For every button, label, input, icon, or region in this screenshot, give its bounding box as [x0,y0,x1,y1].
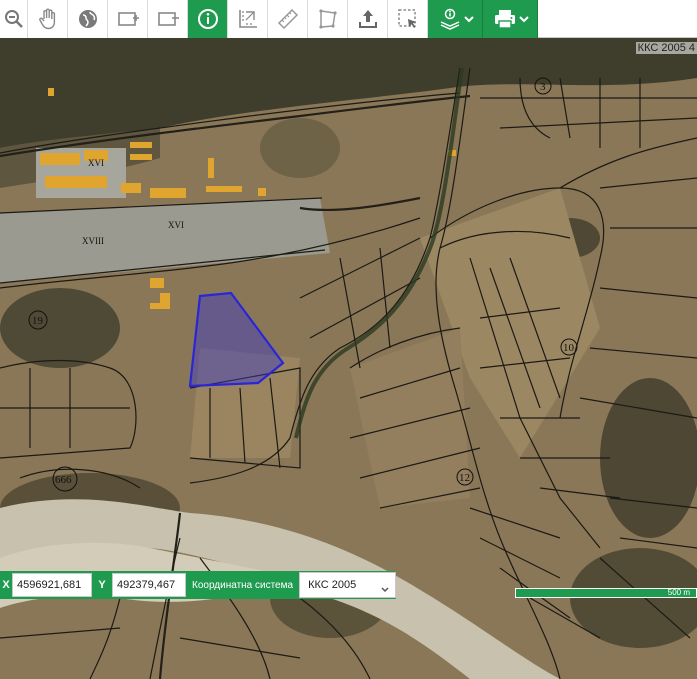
x-coordinate-field[interactable]: 4596921,681 [12,573,92,597]
map-label-xvi: XVI [168,220,184,230]
map-label-666: 666 [55,474,72,486]
app: 3 19 10 666 12 XVIII XVI XVI ККС 2005 4 … [0,0,697,679]
scale-bar: 500 m [515,588,697,598]
print-dropdown[interactable] [483,0,538,38]
projection-label: ККС 2005 4 [635,42,697,54]
pan-button[interactable] [28,0,68,38]
zoom-in-box-icon [117,12,139,26]
y-axis-tag: Y [92,571,112,599]
map-label-xvi-2: XVI [88,158,104,168]
y-coordinate-field[interactable]: 492379,467 [112,573,186,597]
pan-hand-icon [38,8,55,30]
map-label-xviii: XVIII [82,236,104,246]
info-icon [197,9,218,29]
upload-icon [358,10,377,28]
measure-area-button[interactable] [228,0,268,38]
ruler-icon [277,8,298,30]
coordinate-system-label: Координатна система [192,579,294,591]
ruler-button[interactable] [268,0,308,38]
coordinate-system-select[interactable]: ККС 2005 [299,572,397,598]
zoom-out-box-button[interactable] [148,0,188,38]
toolbar [0,0,697,38]
scale-label: 500 m [667,588,690,597]
zoom-out-box-icon [157,12,179,26]
layers-info-dropdown[interactable] [428,0,483,38]
map-label-19: 19 [32,315,44,327]
map-label-12: 12 [459,472,470,484]
zoom-in-box-button[interactable] [108,0,148,38]
map-label-10: 10 [563,342,575,354]
info-button[interactable] [188,0,228,38]
measure-area-icon [238,10,257,28]
globe-icon [78,10,97,28]
coordinate-bar: X 4596921,681 Y 492379,467 Координатна с… [0,571,397,599]
map-label-3: 3 [540,81,546,93]
toolbar-spacer [538,0,697,37]
chevron-down-icon [462,12,476,26]
upload-button[interactable] [348,0,388,38]
x-axis-tag: X [0,571,12,599]
coordinate-system-value: ККС 2005 [308,579,357,591]
select-box-icon [397,9,416,28]
chevron-down-icon [517,12,531,26]
polygon-measure-button[interactable] [308,0,348,38]
select-box-button[interactable] [388,0,428,38]
zoom-out-icon [4,10,23,28]
chevron-down-icon [381,587,389,593]
zoom-out-button[interactable] [0,0,28,38]
print-icon [495,10,515,29]
layers-info-icon [440,8,460,30]
full-extent-button[interactable] [68,0,108,38]
polygon-measure-icon [318,9,337,29]
